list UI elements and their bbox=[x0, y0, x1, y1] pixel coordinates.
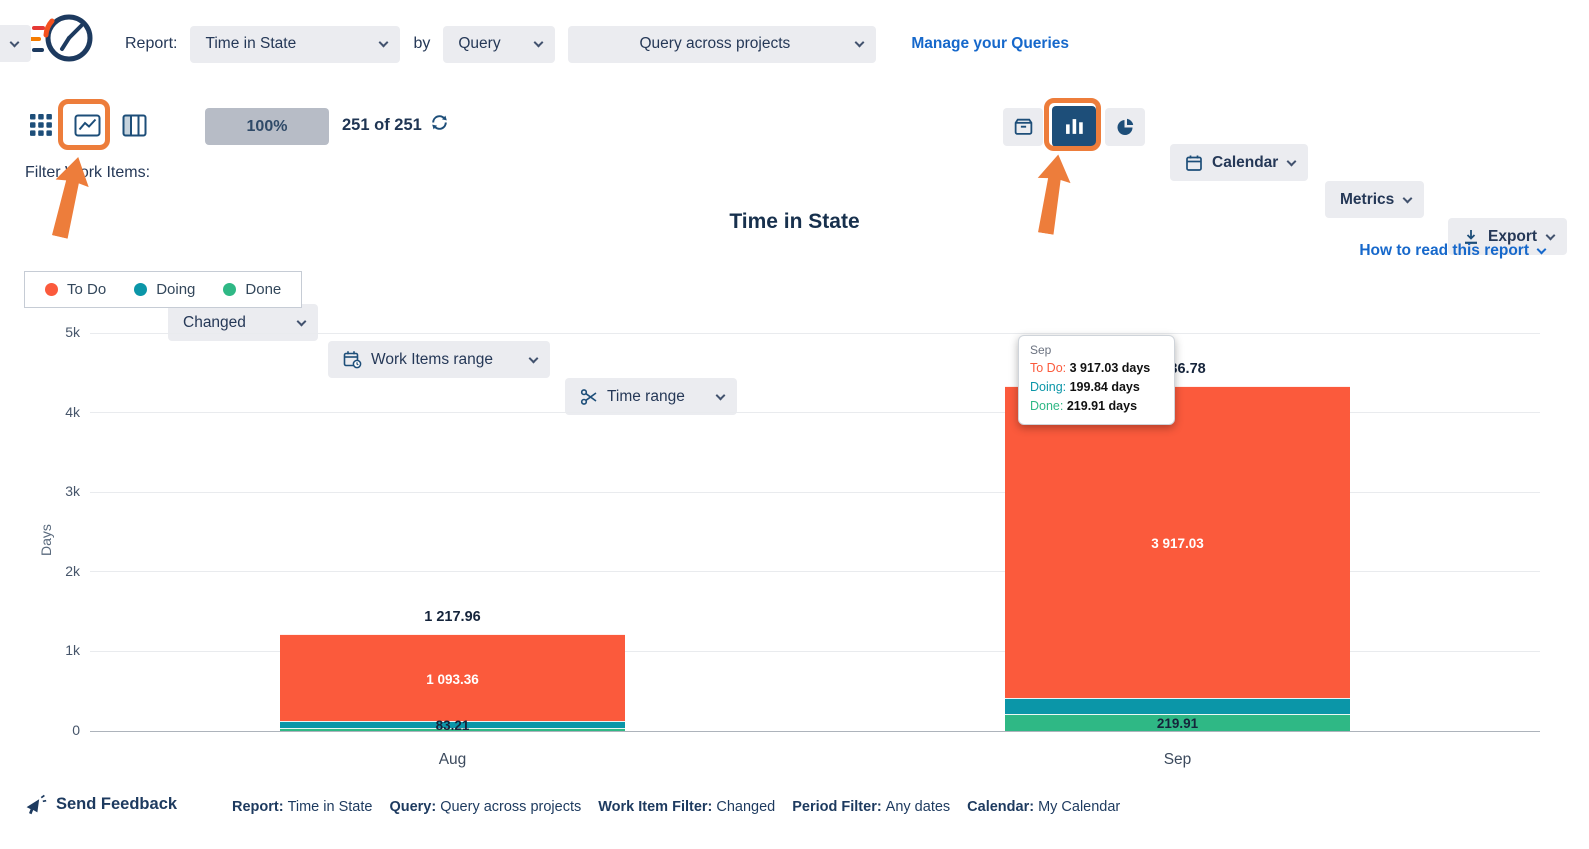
x-tick-label: Aug bbox=[393, 751, 513, 769]
legend-label: To Do bbox=[67, 281, 106, 298]
legend-label: Done bbox=[245, 281, 281, 298]
items-count: 251 of 251 bbox=[342, 116, 422, 135]
settings-button[interactable]: ⚙ bbox=[0, 25, 31, 62]
y-tick-label: 4k bbox=[42, 404, 80, 420]
tooltip-series-label: Done: bbox=[1030, 399, 1067, 413]
footer-info-item: Report:Time in State bbox=[232, 799, 372, 815]
group-by-select-value: Query bbox=[458, 35, 500, 53]
chart-title: Time in State bbox=[0, 210, 1589, 234]
tooltip-series-label: To Do: bbox=[1030, 361, 1070, 375]
legend-dot-doing bbox=[134, 283, 147, 296]
bar-segment-label: 1 093.36 bbox=[280, 672, 625, 687]
tooltip-series-value: 3 917.03 days bbox=[1070, 361, 1151, 375]
chevron-down-icon bbox=[297, 316, 307, 326]
header: Report: Time in State by Query Query acr… bbox=[125, 25, 1069, 63]
footer-info-item: Query:Query across projects bbox=[389, 799, 581, 815]
report-select-value: Time in State bbox=[205, 35, 296, 53]
how-to-read-label: How to read this report bbox=[1359, 242, 1529, 260]
tooltip-row: Done: 219.91 days bbox=[1030, 397, 1163, 416]
refresh-icon bbox=[430, 113, 449, 132]
report-app: Report: Time in State by Query Query acr… bbox=[0, 0, 1589, 849]
archive-view-button[interactable] bbox=[1003, 108, 1043, 146]
metrics-dropdown-label: Metrics bbox=[1340, 191, 1394, 209]
bar-segment-label: 3 917.03 bbox=[1005, 536, 1350, 551]
chevron-down-icon bbox=[1537, 245, 1547, 255]
calendar-dropdown-label: Calendar bbox=[1212, 154, 1278, 172]
bar-segment-label: 83.21 bbox=[280, 718, 625, 733]
tooltip-title: Sep bbox=[1030, 343, 1163, 357]
grid-view-button[interactable] bbox=[26, 106, 56, 144]
chevron-down-icon bbox=[10, 37, 20, 47]
bar-segment-doing[interactable] bbox=[1005, 698, 1350, 714]
report-select[interactable]: Time in State bbox=[190, 26, 400, 63]
report-label: Report: bbox=[125, 35, 177, 53]
refresh-button[interactable] bbox=[430, 113, 449, 132]
group-by-select[interactable]: Query bbox=[443, 26, 555, 63]
query-select-value: Query across projects bbox=[640, 35, 791, 53]
line-chart-icon bbox=[74, 114, 101, 137]
archive-box-icon bbox=[1013, 117, 1034, 136]
tooltip-series-label: Doing: bbox=[1030, 380, 1070, 394]
legend: To Do Doing Done bbox=[24, 271, 302, 308]
filter-work-items-label: Filter Work Items: bbox=[25, 164, 150, 182]
y-tick-label: 3k bbox=[42, 483, 80, 499]
legend-item-to-do[interactable]: To Do bbox=[45, 281, 106, 298]
chevron-down-icon bbox=[379, 38, 389, 48]
tooltip-row: To Do: 3 917.03 days bbox=[1030, 359, 1163, 378]
y-tick-label: 5k bbox=[42, 324, 80, 340]
query-select[interactable]: Query across projects bbox=[568, 26, 876, 63]
send-feedback-label: Send Feedback bbox=[56, 795, 177, 814]
legend-item-doing[interactable]: Doing bbox=[134, 281, 195, 298]
how-to-read-link[interactable]: How to read this report bbox=[1359, 242, 1545, 260]
tooltip-series-value: 219.91 days bbox=[1067, 399, 1137, 413]
legend-label: Doing bbox=[156, 281, 195, 298]
pie-chart-icon bbox=[1115, 117, 1135, 137]
footer-info-item: Period Filter:Any dates bbox=[792, 799, 950, 815]
grid-icon bbox=[29, 113, 53, 137]
legend-dot-to-do bbox=[45, 283, 58, 296]
gridline bbox=[90, 333, 1540, 334]
chevron-down-icon bbox=[1403, 193, 1413, 203]
table-view-button[interactable] bbox=[118, 106, 150, 144]
tooltip-series-value: 199.84 days bbox=[1070, 380, 1140, 394]
chart-view-button[interactable] bbox=[67, 106, 107, 144]
y-tick-label: 1k bbox=[42, 642, 80, 658]
y-axis-title: Days bbox=[38, 524, 54, 556]
table-icon bbox=[122, 114, 147, 137]
footer-info-item: Work Item Filter:Changed bbox=[598, 799, 775, 815]
plot-area: Sep To Do: 3 917.03 daysDoing: 199.84 da… bbox=[90, 333, 1540, 731]
legend-item-done[interactable]: Done bbox=[223, 281, 281, 298]
tooltip-row: Doing: 199.84 days bbox=[1030, 378, 1163, 397]
app-logo bbox=[22, 8, 100, 75]
y-tick-label: 2k bbox=[42, 563, 80, 579]
send-feedback-button[interactable]: Send Feedback bbox=[24, 794, 177, 815]
megaphone-icon bbox=[24, 794, 47, 815]
chart-type-group bbox=[1003, 106, 1145, 147]
chevron-down-icon bbox=[855, 38, 865, 48]
manage-queries-link[interactable]: Manage your Queries bbox=[911, 35, 1069, 53]
pie-chart-view-button[interactable] bbox=[1105, 108, 1145, 146]
footer-info: Report:Time in State Query:Query across p… bbox=[232, 799, 1120, 815]
calendar-dropdown[interactable]: Calendar bbox=[1170, 144, 1308, 181]
work-item-filter-value: Changed bbox=[183, 314, 246, 332]
tooltip-rows: To Do: 3 917.03 daysDoing: 199.84 daysDo… bbox=[1030, 359, 1163, 415]
by-label: by bbox=[413, 35, 430, 53]
calendar-icon bbox=[1185, 154, 1203, 172]
legend-dot-done bbox=[223, 283, 236, 296]
chart-tooltip: Sep To Do: 3 917.03 daysDoing: 199.84 da… bbox=[1018, 335, 1175, 425]
footer-info-item: Calendar:My Calendar bbox=[967, 799, 1120, 815]
chevron-down-icon bbox=[534, 38, 544, 48]
speedy-clock-logo-icon bbox=[22, 8, 100, 70]
bar-total-label: 1 217.96 bbox=[280, 609, 625, 625]
bar-segment-label: 219.91 bbox=[1005, 716, 1350, 731]
x-tick-label: Sep bbox=[1118, 751, 1238, 769]
bar-chart-icon bbox=[1065, 118, 1084, 135]
chevron-down-icon bbox=[1287, 156, 1297, 166]
zoom-level-button[interactable]: 100% bbox=[205, 108, 329, 145]
y-tick-label: 0 bbox=[42, 722, 80, 738]
view-toggle-group bbox=[26, 106, 150, 144]
bar-chart-view-button[interactable] bbox=[1052, 106, 1096, 147]
